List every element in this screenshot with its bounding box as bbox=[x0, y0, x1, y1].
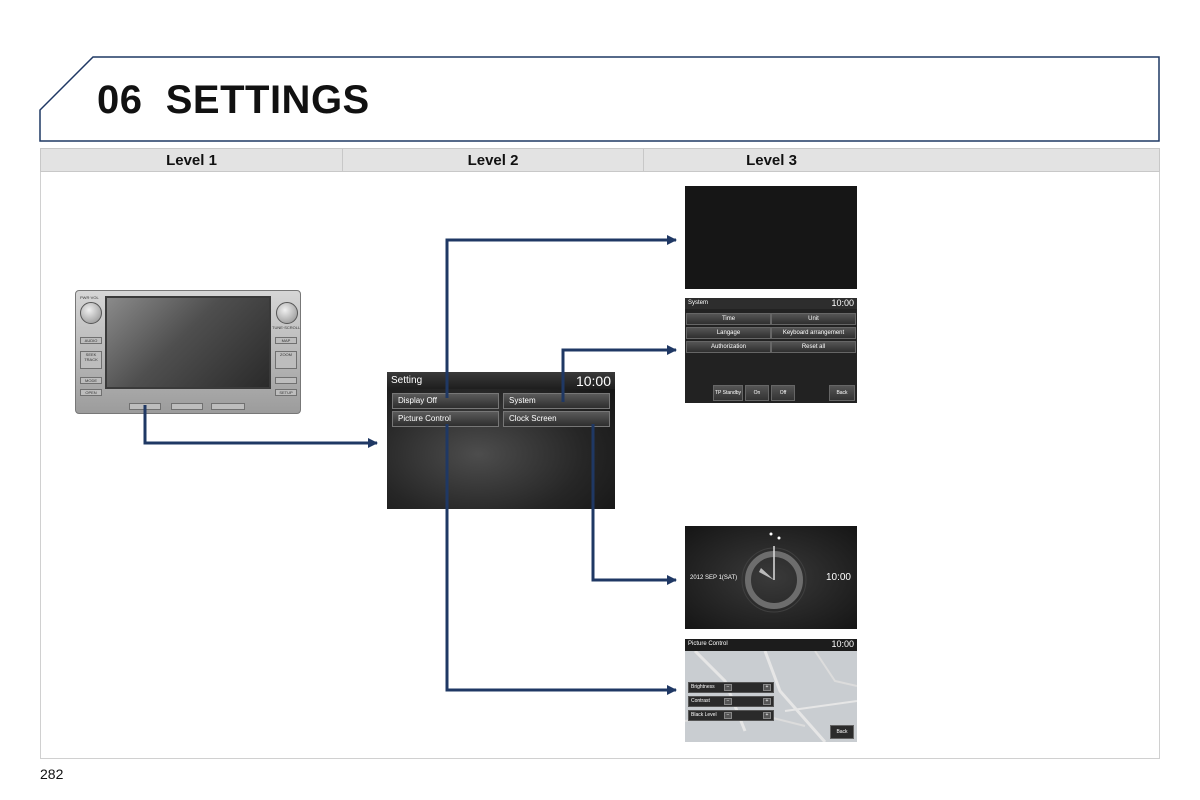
volume-knob bbox=[80, 302, 102, 324]
hu-button-setup: SETUP bbox=[275, 389, 297, 396]
display-off-screen bbox=[685, 186, 857, 289]
tp-standby-label: TP Standby bbox=[713, 385, 743, 401]
display-off-button[interactable]: Display Off bbox=[392, 393, 499, 409]
head-unit-device: PWR·VOL TUNE·SCROLL AUDIO SEEK TRACK MOD… bbox=[75, 290, 301, 414]
black-level-row: Black Level − + bbox=[688, 710, 774, 721]
picture-back-button[interactable]: Back bbox=[830, 725, 854, 739]
brightness-row: Brightness − + bbox=[688, 682, 774, 693]
system-back-button[interactable]: Back bbox=[829, 385, 855, 401]
clock-digital-time: 10:00 bbox=[825, 572, 851, 583]
contrast-plus-button[interactable]: + bbox=[763, 698, 771, 705]
header-frame bbox=[39, 56, 1160, 142]
black-level-plus-button[interactable]: + bbox=[763, 712, 771, 719]
system-title: System bbox=[688, 300, 709, 306]
picture-control-screen: Picture Control 10:00 Brightness − + Con… bbox=[685, 639, 857, 742]
keyboard-arrangement-button[interactable]: Keyboard arrangement bbox=[771, 327, 856, 339]
clock-date: 2012 SEP 1(SAT) bbox=[690, 575, 738, 581]
reset-all-button[interactable]: Reset all bbox=[771, 341, 856, 353]
hu-label-pwr: PWR·VOL bbox=[80, 295, 99, 300]
hu-bottom-button-3 bbox=[211, 403, 245, 410]
tp-standby-off-button[interactable]: Off bbox=[771, 385, 795, 401]
authorization-button[interactable]: Authorization bbox=[686, 341, 771, 353]
unit-button[interactable]: Unit bbox=[771, 313, 856, 325]
time-button[interactable]: Time bbox=[686, 313, 771, 325]
brightness-plus-button[interactable]: + bbox=[763, 684, 771, 691]
language-button[interactable]: Langage bbox=[686, 327, 771, 339]
column-header-bar: Level 1 Level 2 Level 3 bbox=[40, 148, 1160, 172]
system-button[interactable]: System bbox=[503, 393, 610, 409]
hu-button-open: OPEN bbox=[80, 389, 102, 396]
hu-button-seek: SEEK TRACK bbox=[80, 351, 102, 369]
page-title: 06 SETTINGS bbox=[97, 78, 370, 122]
hu-button-extra bbox=[275, 377, 297, 384]
clock-screen: 2012 SEP 1(SAT) 10:00 bbox=[685, 526, 857, 629]
brightness-label: Brightness bbox=[691, 684, 715, 690]
contrast-minus-button[interactable]: − bbox=[724, 698, 732, 705]
hu-label-tune: TUNE·SCROLL bbox=[272, 325, 301, 330]
analog-clock-dial bbox=[741, 532, 807, 613]
column-level-1: Level 1 bbox=[166, 152, 217, 169]
hu-button-zoom: ZOOM bbox=[275, 351, 297, 369]
clock-screen-button[interactable]: Clock Screen bbox=[503, 411, 610, 427]
system-screen: System 10:00 Time Unit Langage Keyboard … bbox=[685, 298, 857, 403]
contrast-label: Contrast bbox=[691, 698, 710, 704]
picture-titlebar: Picture Control 10:00 bbox=[685, 639, 857, 651]
column-level-3: Level 3 bbox=[746, 152, 797, 169]
picture-title: Picture Control bbox=[688, 641, 728, 647]
picture-control-button[interactable]: Picture Control bbox=[392, 411, 499, 427]
setting-clock: 10:00 bbox=[575, 373, 611, 389]
tp-standby-on-button[interactable]: On bbox=[745, 385, 769, 401]
system-titlebar: System 10:00 bbox=[685, 298, 857, 309]
contrast-row: Contrast − + bbox=[688, 696, 774, 707]
head-unit-screen bbox=[105, 296, 271, 389]
hu-button-mode: MODE bbox=[80, 377, 102, 384]
system-clock: 10:00 bbox=[831, 298, 854, 308]
black-level-label: Black Level bbox=[691, 712, 717, 718]
setting-title: Setting bbox=[391, 375, 423, 386]
setting-titlebar: Setting 10:00 bbox=[387, 372, 615, 389]
setting-screen: Setting 10:00 Display Off System Picture… bbox=[387, 372, 615, 509]
hu-button-audio: AUDIO bbox=[80, 337, 102, 344]
column-level-2: Level 2 bbox=[467, 152, 519, 169]
brightness-minus-button[interactable]: − bbox=[724, 684, 732, 691]
hu-bottom-button-setup bbox=[129, 403, 161, 410]
hu-bottom-button-2 bbox=[171, 403, 203, 410]
page-number: 282 bbox=[40, 766, 64, 782]
hu-button-map: MAP bbox=[275, 337, 297, 344]
black-level-minus-button[interactable]: − bbox=[724, 712, 732, 719]
tune-knob bbox=[276, 302, 298, 324]
picture-clock: 10:00 bbox=[831, 639, 854, 649]
